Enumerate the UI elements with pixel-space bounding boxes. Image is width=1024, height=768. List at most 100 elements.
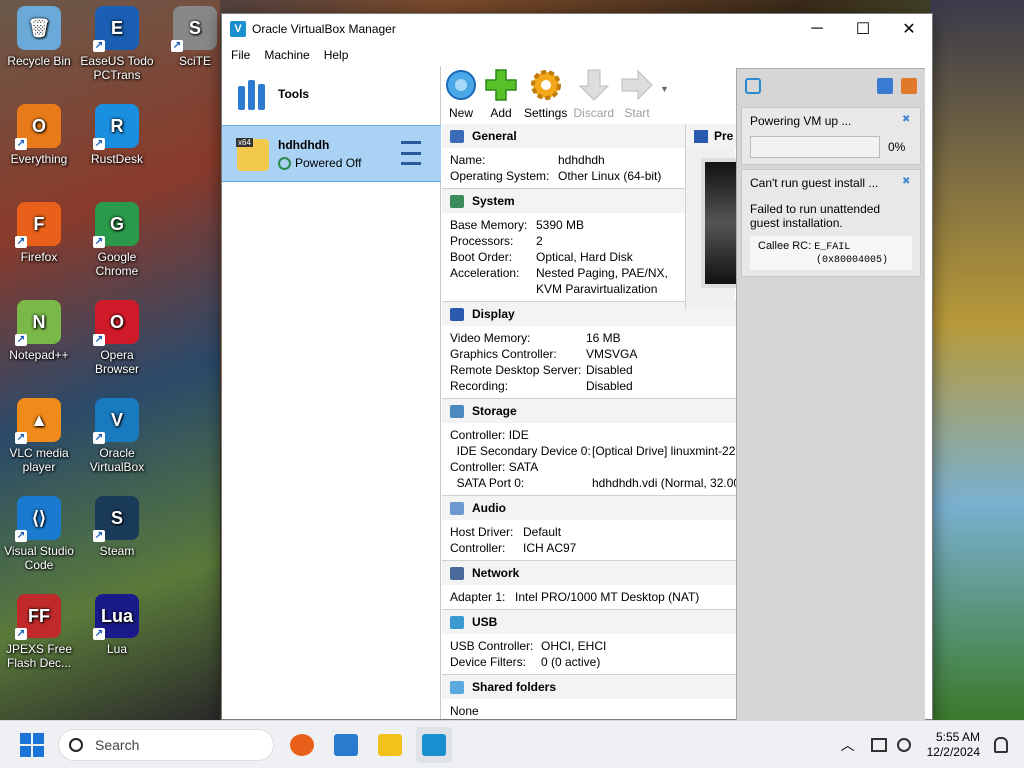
desktop-icon[interactable]: O ↗ Everything	[0, 104, 78, 166]
detail-key: USB Controller:	[450, 639, 534, 653]
storage-body: Controller: IDE IDE Secondary Device 0:[…	[442, 423, 738, 495]
desktop-icon[interactable]: F ↗ Firefox	[0, 202, 78, 264]
display-body: Video Memory: 16 MB Graphics Controller: VM…	[442, 326, 738, 398]
machine-toolbar: New Add Settings Discard Start ▼	[442, 66, 742, 124]
desktop-icon-label: Notepad++	[9, 348, 69, 362]
guest-install-error-notification: ✖ Can't run guest install ... Failed to …	[741, 169, 921, 277]
machine-list-pane: Tools x64 hdhdhdh Powered Off	[222, 66, 441, 719]
detail-row: USB Controller: OHCI, EHCI	[450, 638, 738, 654]
app-icon: S ↗	[171, 6, 217, 52]
vm-list-item[interactable]: x64 hdhdhdh Powered Off	[222, 125, 441, 182]
menu-machine[interactable]: Machine	[257, 48, 316, 62]
network-header[interactable]: Network	[442, 561, 738, 585]
app-icon: S ↗	[93, 496, 139, 542]
menu-help[interactable]: Help	[317, 48, 356, 62]
desktop-icon[interactable]: V ↗ Oracle VirtualBox	[78, 398, 156, 474]
desktop-icon[interactable]: R ↗ RustDesk	[78, 104, 156, 166]
app-icon: O ↗	[15, 104, 61, 150]
detail-row: IDE Secondary Device 0: [Optical Drive] l…	[450, 443, 738, 459]
network-tray-icon[interactable]	[870, 738, 887, 752]
shortcut-arrow-icon: ↗	[93, 530, 105, 542]
storage-header[interactable]: Storage	[442, 399, 738, 423]
taskbar-firefox-icon[interactable]	[284, 727, 320, 763]
desktop-icon[interactable]: G ↗ Google Chrome	[78, 202, 156, 278]
usb-icon	[450, 615, 464, 629]
desktop-icon[interactable]: Lua ↗ Lua	[78, 594, 156, 656]
minimize-button[interactable]: ─	[794, 14, 840, 44]
add-button[interactable]: Add	[484, 68, 518, 120]
desktop-icon[interactable]: ⟨⟩ ↗ Visual Studio Code	[0, 496, 78, 572]
chevron-up-icon[interactable]: ︿	[841, 735, 855, 755]
preview-section: Pre	[685, 124, 741, 309]
vm-name: hdhdhdh	[278, 138, 330, 152]
app-icon: N ↗	[15, 300, 61, 346]
section-title: Display	[472, 307, 515, 321]
detail-value: KVM Paravirtualization	[536, 282, 658, 296]
desktop-icon[interactable]: 🗑 Recycle Bin	[0, 6, 78, 68]
start-button[interactable]: Start	[620, 68, 654, 120]
detail-row: Host Driver: Default	[450, 524, 738, 540]
detail-value: OHCI, EHCI	[541, 639, 607, 653]
app-icon: Lua ↗	[93, 594, 139, 640]
preview-screen	[701, 158, 741, 288]
usb-header[interactable]: USB	[442, 610, 738, 634]
desktop-icon-label: JPEXS Free Flash Dec...	[5, 642, 73, 670]
taskbar-explorer-icon[interactable]	[328, 727, 364, 763]
settings-button[interactable]: Settings	[524, 68, 567, 120]
settings-label: Settings	[524, 106, 568, 120]
new-button[interactable]: New	[444, 68, 478, 120]
clear-all-icon[interactable]	[901, 78, 917, 94]
start-windows-icon[interactable]	[20, 732, 44, 757]
desktop-icon[interactable]: E ↗ EaseUS Todo PCTrans	[78, 6, 156, 82]
detail-key: Graphics Controller:	[450, 347, 557, 361]
preview-header[interactable]: Pre	[686, 124, 735, 148]
desktop-icon-label: EaseUS Todo PCTrans	[80, 54, 154, 82]
desktop-icon[interactable]: FF ↗ JPEXS Free Flash Dec...	[0, 594, 78, 670]
notification-bell-icon[interactable]	[994, 737, 1008, 753]
desktop-icon[interactable]: N ↗ Notepad++	[0, 300, 78, 362]
detail-row: Device Filters: 0 (0 active)	[450, 654, 738, 670]
vm-details-menu-icon[interactable]	[395, 141, 421, 165]
audio-header[interactable]: Audio	[442, 496, 738, 520]
close-notification-icon[interactable]: ✖	[902, 114, 912, 125]
detail-key: Adapter 1:	[450, 590, 506, 604]
app-icon: R ↗	[93, 104, 139, 150]
close-notification-icon[interactable]: ✖	[902, 176, 912, 187]
detail-key: Base Memory:	[450, 218, 528, 232]
callee-label: Callee RC:	[758, 240, 812, 252]
shortcut-arrow-icon: ↗	[15, 432, 27, 444]
desktop-icon[interactable]: ▲ ↗ VLC media player	[0, 398, 78, 474]
maximize-button[interactable]: ☐	[840, 14, 886, 44]
taskbar-virtualbox-icon[interactable]	[416, 726, 452, 763]
taskbar-folder-icon[interactable]	[372, 727, 408, 763]
detail-value: hdhdhdh	[558, 153, 605, 167]
tools-label: Tools	[278, 87, 310, 101]
tools-item[interactable]: Tools	[222, 66, 440, 122]
start-dropdown-chevron-icon[interactable]: ▼	[660, 84, 669, 94]
detail-row: Controller: IDE	[450, 427, 738, 443]
start-arrow-icon	[621, 69, 653, 101]
desktop-icon[interactable]: S ↗ Steam	[78, 496, 156, 558]
desktop-icon[interactable]: O ↗ Opera Browser	[78, 300, 156, 376]
settings-gear-icon	[530, 70, 561, 100]
menu-file[interactable]: File	[224, 48, 257, 62]
close-button[interactable]: ✕	[886, 14, 932, 44]
powering-progress: 0%	[750, 136, 912, 158]
taskbar-search[interactable]: Search	[58, 728, 274, 761]
sort-icon[interactable]	[877, 78, 893, 94]
app-icon: E ↗	[93, 6, 139, 52]
detail-key: Host Driver:	[450, 525, 514, 539]
shortcut-arrow-icon: ↗	[93, 236, 105, 248]
desktop-icon-label: RustDesk	[90, 152, 143, 166]
discard-button[interactable]: Discard	[573, 68, 614, 120]
detail-key: Name:	[450, 153, 486, 167]
notification-bubble-icon[interactable]	[745, 78, 761, 94]
error-message: Failed to run unattended guest installat…	[750, 202, 881, 230]
clock[interactable]: 5:55 AM 12/2/2024	[927, 730, 980, 760]
vm-state-label: Powered Off	[295, 156, 362, 170]
detail-key: Acceleration:	[450, 266, 520, 280]
add-label: Add	[490, 106, 512, 120]
volume-tray-icon[interactable]	[896, 738, 911, 752]
shared-folders-header[interactable]: Shared folders	[442, 675, 738, 699]
section-title: Network	[472, 566, 520, 580]
